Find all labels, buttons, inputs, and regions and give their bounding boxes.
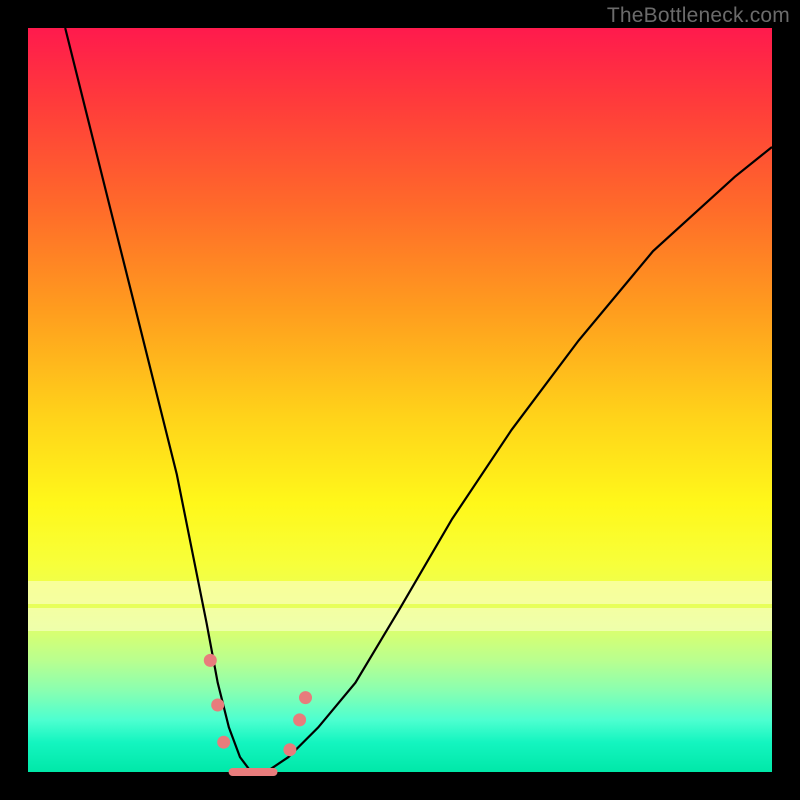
watermark-text: TheBottleneck.com: [607, 4, 790, 28]
marker-point: [217, 736, 230, 749]
chart-svg: [28, 28, 772, 772]
marker-point: [299, 691, 312, 704]
markers-group: [204, 654, 312, 756]
frame: TheBottleneck.com: [0, 0, 800, 800]
marker-point: [283, 743, 296, 756]
bottleneck-curve: [65, 28, 772, 772]
marker-point: [293, 713, 306, 726]
marker-point: [211, 699, 224, 712]
marker-point: [204, 654, 217, 667]
